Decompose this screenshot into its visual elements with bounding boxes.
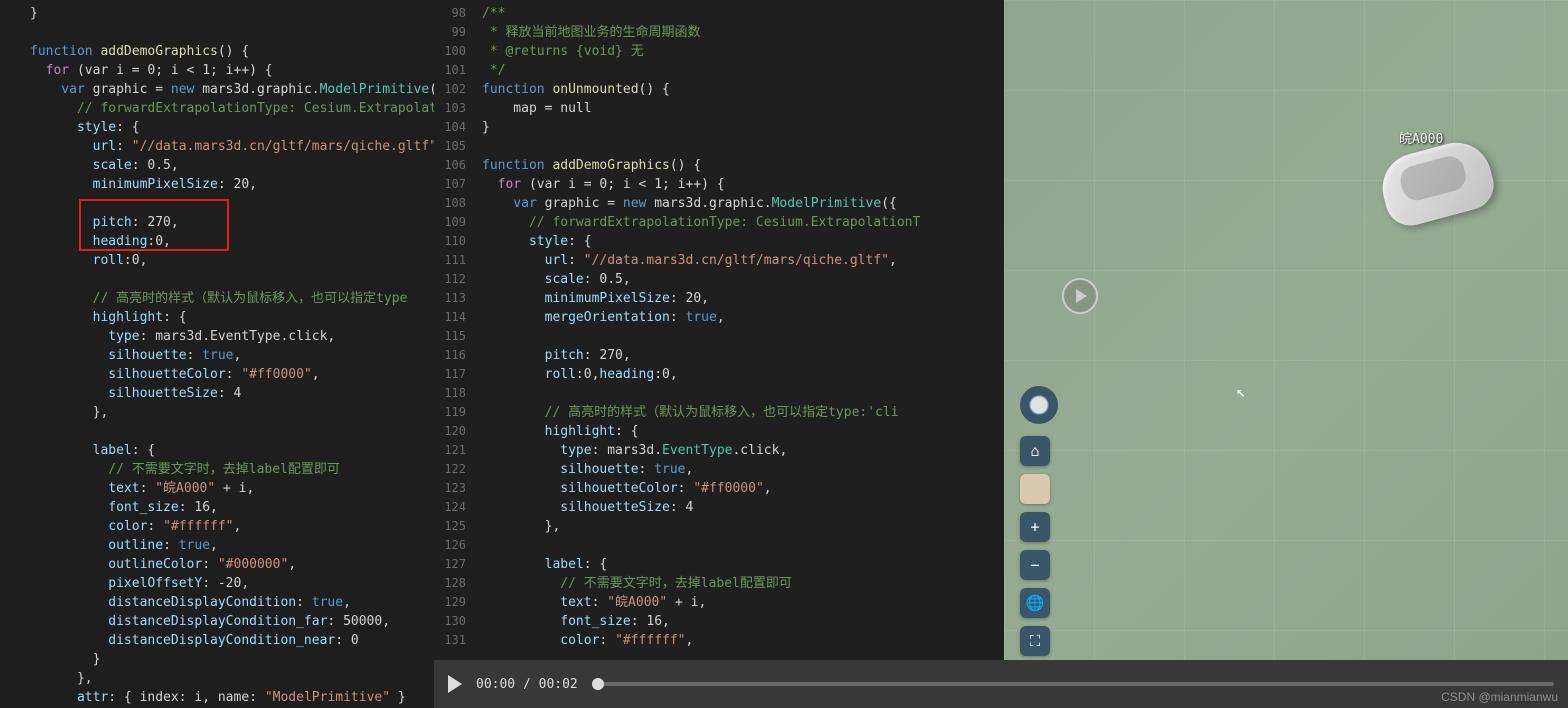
cursor-icon: ↖ bbox=[1236, 382, 1246, 401]
map-viewport[interactable]: 皖A000 ↖ ⌂ + − 🌐 ⛶ bbox=[1004, 0, 1568, 660]
right-panel: 98 99 100 101 102 103 104 105 106 107 10… bbox=[434, 0, 1568, 708]
video-progress[interactable] bbox=[592, 682, 1554, 686]
car-label: 皖A000 bbox=[1399, 128, 1443, 147]
code-right: /** * 释放当前地图业务的生命周期函数 * @returns {void} … bbox=[482, 4, 996, 650]
video-time: 00:00 / 00:02 bbox=[476, 677, 578, 692]
line-gutter: 98 99 100 101 102 103 104 105 106 107 10… bbox=[434, 0, 474, 660]
globe-button[interactable]: 🌐 bbox=[1020, 588, 1050, 618]
zoom-in-button[interactable]: + bbox=[1020, 512, 1050, 542]
compass-button[interactable] bbox=[1020, 386, 1058, 424]
map-controls: ⌂ + − 🌐 ⛶ bbox=[1020, 386, 1058, 656]
right-code-editor[interactable]: 98 99 100 101 102 103 104 105 106 107 10… bbox=[434, 0, 1004, 660]
code-left: } function addDemoGraphics() { for (var … bbox=[30, 4, 434, 707]
map-grid bbox=[1004, 0, 1568, 660]
fullscreen-button[interactable]: ⛶ bbox=[1020, 626, 1050, 656]
zoom-out-button[interactable]: − bbox=[1020, 550, 1050, 580]
video-controls: 00:00 / 00:02 bbox=[434, 660, 1568, 708]
progress-thumb[interactable] bbox=[592, 678, 604, 690]
video-play-button[interactable] bbox=[448, 675, 462, 693]
left-code-editor[interactable]: } function addDemoGraphics() { for (var … bbox=[0, 0, 434, 708]
watermark: CSDN @mianmianwu bbox=[1441, 690, 1558, 704]
home-button[interactable]: ⌂ bbox=[1020, 436, 1050, 466]
play-button[interactable] bbox=[1062, 278, 1098, 314]
blank-button[interactable] bbox=[1020, 474, 1050, 504]
